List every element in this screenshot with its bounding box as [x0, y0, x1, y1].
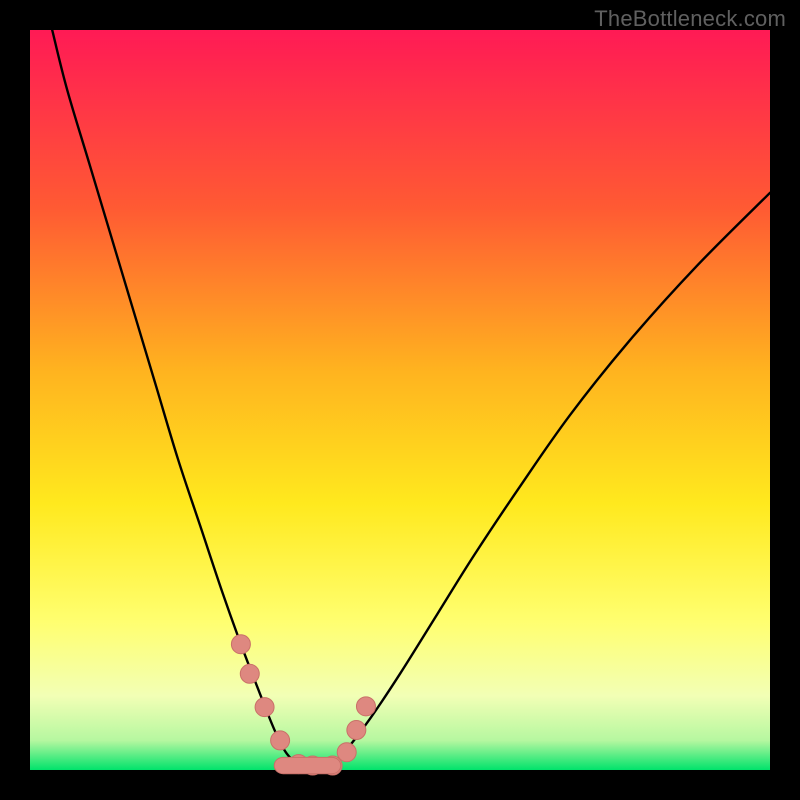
data-marker-7	[337, 743, 356, 762]
data-marker-2	[255, 698, 274, 717]
bottom-connector-bar	[274, 757, 341, 773]
chart-stage: TheBottleneck.com	[0, 0, 800, 800]
data-marker-3	[271, 731, 290, 750]
data-marker-9	[356, 697, 375, 716]
data-marker-1	[240, 664, 259, 683]
watermark-text: TheBottleneck.com	[594, 6, 786, 32]
bottleneck-chart	[0, 0, 800, 800]
plot-background	[30, 30, 770, 770]
data-marker-0	[231, 635, 250, 654]
data-marker-8	[347, 721, 366, 740]
